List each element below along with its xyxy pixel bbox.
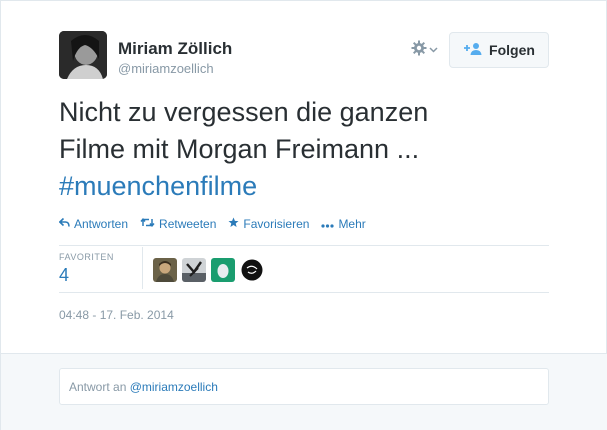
tweet-text: Nicht zu vergessen die ganzen Filme mit … [59, 94, 559, 205]
follow-button-label: Folgen [489, 42, 535, 58]
star-icon [228, 217, 239, 231]
reply-placeholder: Antwort an [69, 380, 130, 394]
author-avatar[interactable] [59, 31, 107, 79]
favoriter-avatar-3[interactable] [211, 258, 235, 282]
author-fullname[interactable]: Miriam Zöllich [118, 39, 232, 59]
reply-action[interactable]: Antworten [58, 217, 129, 231]
hashtag-link[interactable]: #muenchenfilme [59, 171, 257, 201]
reply-mention: @miriamzoellich [129, 380, 218, 394]
favorite-action[interactable]: Favorisieren [228, 217, 309, 231]
tweet-timestamp[interactable]: 04:48 - 17. Feb. 2014 [59, 308, 174, 322]
favoriter-avatar-2[interactable] [182, 258, 206, 282]
retweet-action[interactable]: Retweeten [140, 217, 216, 231]
reply-icon [58, 217, 70, 231]
retweet-label: Retweeten [159, 217, 217, 231]
tweet-card: Miriam Zöllich @miriamzoellich Folgen Ni… [0, 0, 607, 430]
author-username[interactable]: @miriamzoellich [118, 61, 214, 76]
tweet-text-line: Nicht zu vergessen die ganzen [59, 97, 429, 127]
favorites-count[interactable]: 4 [59, 265, 69, 286]
favoriter-avatars [153, 258, 264, 282]
favorites-label: FAVORITEN [59, 252, 114, 262]
chevron-down-icon [429, 41, 438, 59]
follow-button[interactable]: Folgen [449, 32, 549, 68]
favorite-label: Favorisieren [243, 217, 310, 231]
reply-label: Antworten [74, 217, 129, 231]
more-dots-icon [321, 217, 335, 231]
more-label: Mehr [338, 217, 366, 231]
reply-input[interactable]: Antwort an @miriamzoellich [59, 368, 549, 405]
tweet-actions: Antworten Retweeten Favorisieren Mehr [58, 217, 366, 231]
favoriter-avatar-4[interactable] [240, 258, 264, 282]
retweet-icon [140, 217, 155, 231]
favoriter-avatar-1[interactable] [153, 258, 177, 282]
stats-divider-bottom [59, 292, 549, 293]
follow-user-icon [463, 42, 483, 59]
gear-icon [411, 40, 427, 61]
stats-separator [142, 247, 143, 289]
stats-divider-top [59, 245, 549, 246]
tweet-text-line: Filme mit Morgan Freimann ... [59, 134, 420, 164]
tweet-options-menu[interactable] [411, 39, 445, 61]
more-action[interactable]: Mehr [321, 217, 366, 231]
